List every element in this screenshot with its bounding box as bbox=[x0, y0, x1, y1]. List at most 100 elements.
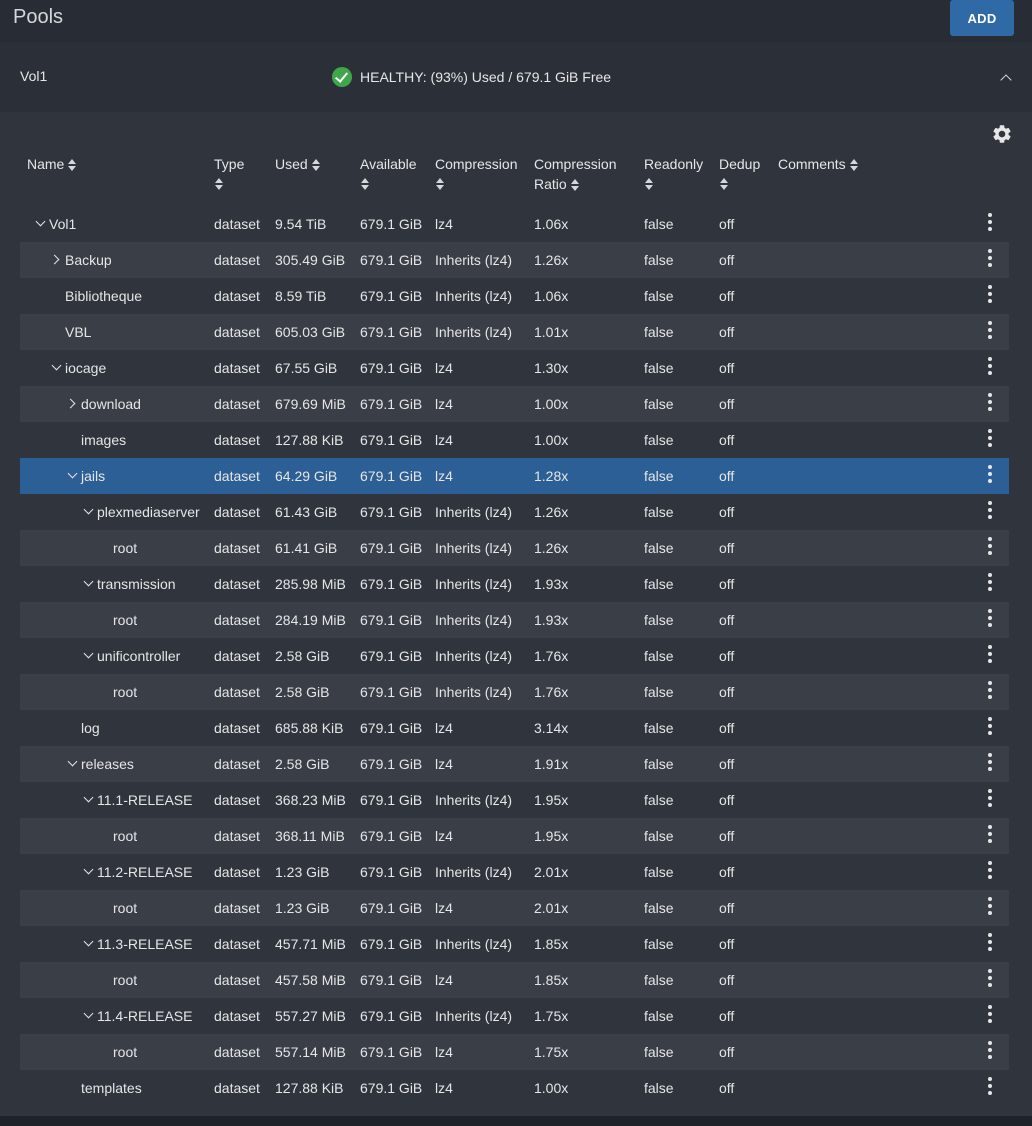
table-row[interactable]: plexmediaserver dataset 61.43 GiB 679.1 GiB… bbox=[20, 494, 1009, 530]
column-label-compression: Compression bbox=[435, 156, 518, 172]
table-row[interactable]: templates dataset 127.88 KiB 679.1 GiB lz4 1.… bbox=[20, 1070, 1009, 1106]
cell-available: 679.1 GiB bbox=[360, 936, 423, 952]
sort-icon[interactable] bbox=[68, 159, 77, 172]
table-row[interactable]: root dataset 284.19 MiB 679.1 GiB Inherits (… bbox=[20, 602, 1009, 638]
table-row[interactable]: 11.1-RELEASE dataset 368.23 MiB 679.1 GiB In… bbox=[20, 782, 1009, 818]
table-row[interactable]: Backup dataset 305.49 GiB 679.1 GiB Inherits… bbox=[20, 242, 1009, 278]
sort-icon[interactable] bbox=[570, 179, 579, 192]
kebab-menu-icon[interactable] bbox=[982, 896, 998, 916]
sort-icon[interactable] bbox=[311, 159, 320, 172]
table-row[interactable]: root dataset 61.41 GiB 679.1 GiB Inherits (l… bbox=[20, 530, 1009, 566]
chevron-down-icon[interactable] bbox=[81, 864, 97, 880]
kebab-menu-icon[interactable] bbox=[982, 464, 998, 484]
table-row[interactable]: root dataset 368.11 MiB 679.1 GiB lz4 1.95x fa… bbox=[20, 818, 1009, 854]
column-header-compression-ratio[interactable]: Compression Ratio bbox=[534, 154, 616, 194]
pool-header[interactable]: Vol1 HEALTHY: (93%) Used / 679.1 GiB Fre… bbox=[0, 42, 1032, 112]
column-header-available[interactable]: Available bbox=[360, 154, 417, 190]
chevron-right-icon[interactable] bbox=[49, 252, 65, 268]
gear-icon[interactable] bbox=[990, 122, 1014, 146]
table-row[interactable]: root dataset 557.14 MiB 679.1 GiB lz4 1.75x fa… bbox=[20, 1034, 1009, 1070]
cell-name: Vol1 bbox=[33, 206, 76, 242]
column-header-compression[interactable]: Compression bbox=[435, 154, 517, 190]
chevron-up-icon[interactable] bbox=[996, 68, 1016, 88]
kebab-menu-icon[interactable] bbox=[982, 212, 998, 232]
column-header-comments[interactable]: Comments bbox=[778, 154, 858, 174]
kebab-menu-icon[interactable] bbox=[982, 1076, 998, 1096]
table-row[interactable]: root dataset 1.23 GiB 679.1 GiB lz4 2.01x fals… bbox=[20, 890, 1009, 926]
kebab-menu-icon[interactable] bbox=[982, 716, 998, 736]
kebab-menu-icon[interactable] bbox=[982, 284, 998, 304]
sort-icon[interactable] bbox=[215, 178, 223, 190]
kebab-menu-icon[interactable] bbox=[982, 860, 998, 880]
kebab-menu-icon[interactable] bbox=[982, 572, 998, 592]
kebab-menu-icon[interactable] bbox=[982, 500, 998, 520]
table-row[interactable]: transmission dataset 285.98 MiB 679.1 GiB In… bbox=[20, 566, 1009, 602]
cell-dedup: off bbox=[719, 684, 735, 700]
page-header: Pools ADD bbox=[0, 0, 1032, 42]
kebab-menu-icon[interactable] bbox=[982, 428, 998, 448]
chevron-right-icon[interactable] bbox=[65, 396, 81, 412]
kebab-menu-icon[interactable] bbox=[982, 1004, 998, 1024]
chevron-down-icon[interactable] bbox=[65, 756, 81, 772]
kebab-menu-icon[interactable] bbox=[982, 536, 998, 556]
cell-used: 457.58 MiB bbox=[275, 972, 346, 988]
dataset-name: 11.2-RELEASE bbox=[97, 864, 193, 880]
cell-compression: lz4 bbox=[435, 396, 453, 412]
table-row[interactable]: iocage dataset 67.55 GiB 679.1 GiB lz4 1.30x f… bbox=[20, 350, 1009, 386]
chevron-down-icon[interactable] bbox=[81, 504, 97, 520]
kebab-menu-icon[interactable] bbox=[982, 680, 998, 700]
chevron-down-icon[interactable] bbox=[49, 360, 65, 376]
sort-icon[interactable] bbox=[361, 178, 369, 190]
sort-icon[interactable] bbox=[436, 178, 444, 190]
column-label-ratio-line2: Ratio bbox=[534, 176, 567, 192]
table-row[interactable]: jails dataset 64.29 GiB 679.1 GiB lz4 1.28x fa… bbox=[20, 458, 1009, 494]
chevron-down-icon[interactable] bbox=[81, 1008, 97, 1024]
table-row[interactable]: Bibliotheque dataset 8.59 TiB 679.1 GiB Inhe… bbox=[20, 278, 1009, 314]
sort-icon[interactable] bbox=[645, 178, 653, 190]
column-header-dedup[interactable]: Dedup bbox=[719, 154, 760, 190]
kebab-menu-icon[interactable] bbox=[982, 824, 998, 844]
column-header-readonly[interactable]: Readonly bbox=[644, 154, 703, 190]
table-row[interactable]: root dataset 2.58 GiB 679.1 GiB Inherits (lz… bbox=[20, 674, 1009, 710]
table-row[interactable]: images dataset 127.88 KiB 679.1 GiB lz4 1.00x… bbox=[20, 422, 1009, 458]
kebab-menu-icon[interactable] bbox=[982, 248, 998, 268]
chevron-down-icon[interactable] bbox=[33, 216, 49, 232]
column-header-type[interactable]: Type bbox=[214, 154, 244, 190]
column-header-used[interactable]: Used bbox=[275, 154, 320, 174]
cell-compression: lz4 bbox=[435, 720, 453, 736]
table-row[interactable]: releases dataset 2.58 GiB 679.1 GiB lz4 1.91x… bbox=[20, 746, 1009, 782]
chevron-down-icon[interactable] bbox=[81, 936, 97, 952]
pool-status-text: HEALTHY: (93%) Used / 679.1 GiB Free bbox=[360, 69, 612, 85]
table-row[interactable]: root dataset 457.58 MiB 679.1 GiB lz4 1.85x fa… bbox=[20, 962, 1009, 998]
table-row[interactable]: log dataset 685.88 KiB 679.1 GiB lz4 3.14x fal… bbox=[20, 710, 1009, 746]
cell-compression: lz4 bbox=[435, 1080, 453, 1096]
kebab-menu-icon[interactable] bbox=[982, 752, 998, 772]
sort-icon[interactable] bbox=[720, 178, 728, 190]
kebab-menu-icon[interactable] bbox=[982, 968, 998, 988]
kebab-menu-icon[interactable] bbox=[982, 608, 998, 628]
table-row[interactable]: Vol1 dataset 9.54 TiB 679.1 GiB lz4 1.06x fals… bbox=[20, 206, 1009, 242]
cell-compression: lz4 bbox=[435, 468, 453, 484]
table-row[interactable]: download dataset 679.69 MiB 679.1 GiB lz4 1.0… bbox=[20, 386, 1009, 422]
table-row[interactable]: 11.4-RELEASE dataset 557.27 MiB 679.1 GiB In… bbox=[20, 998, 1009, 1034]
chevron-down-icon[interactable] bbox=[65, 468, 81, 484]
sort-icon[interactable] bbox=[849, 159, 858, 172]
kebab-menu-icon[interactable] bbox=[982, 356, 998, 376]
kebab-menu-icon[interactable] bbox=[982, 1040, 998, 1060]
kebab-menu-icon[interactable] bbox=[982, 392, 998, 412]
chevron-down-icon[interactable] bbox=[81, 648, 97, 664]
kebab-menu-icon[interactable] bbox=[982, 932, 998, 952]
kebab-menu-icon[interactable] bbox=[982, 644, 998, 664]
cell-available: 679.1 GiB bbox=[360, 432, 423, 448]
table-row[interactable]: 11.3-RELEASE dataset 457.71 MiB 679.1 GiB In… bbox=[20, 926, 1009, 962]
table-row[interactable]: VBL dataset 605.03 GiB 679.1 GiB Inherits (l… bbox=[20, 314, 1009, 350]
table-row[interactable]: 11.2-RELEASE dataset 1.23 GiB 679.1 GiB Inhe… bbox=[20, 854, 1009, 890]
table-row[interactable]: unificontroller dataset 2.58 GiB 679.1 GiB I… bbox=[20, 638, 1009, 674]
column-header-name[interactable]: Name bbox=[27, 154, 77, 174]
add-pool-button[interactable]: ADD bbox=[950, 0, 1014, 36]
chevron-down-icon[interactable] bbox=[81, 576, 97, 592]
kebab-menu-icon[interactable] bbox=[982, 320, 998, 340]
cell-readonly: false bbox=[644, 504, 674, 520]
kebab-menu-icon[interactable] bbox=[982, 788, 998, 808]
chevron-down-icon[interactable] bbox=[81, 792, 97, 808]
